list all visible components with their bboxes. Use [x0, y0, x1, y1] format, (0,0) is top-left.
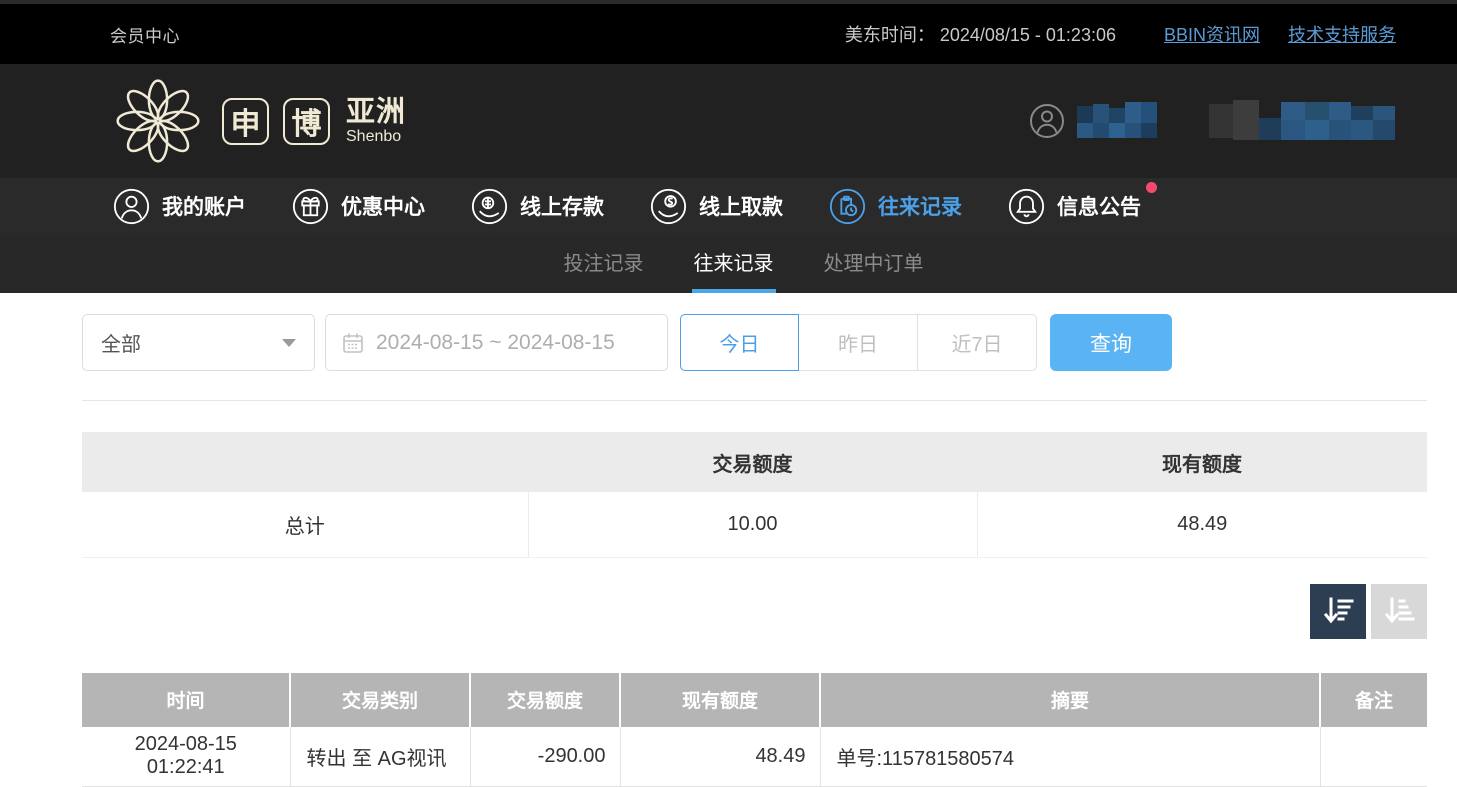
- logo-wordmark: 亚洲 Shenbo: [346, 98, 406, 145]
- transfer-records-icon: [829, 188, 866, 225]
- records-header-type: 交易类别: [290, 673, 470, 727]
- nav-item-promotions[interactable]: 优惠中心: [292, 188, 425, 225]
- page-title: 会员中心: [110, 22, 180, 47]
- summary-transaction-amount: 10.00: [528, 492, 977, 557]
- record-balance: 48.49: [620, 727, 820, 787]
- nav-item-transfer-records[interactable]: 往来记录: [829, 188, 962, 225]
- records-header-remark: 备注: [1320, 673, 1427, 727]
- table-row: 2024-08-15 01:22:41 转出 至 AG视讯 -290.00 48…: [82, 727, 1427, 787]
- calendar-icon: [342, 332, 364, 354]
- site-logo[interactable]: 申 博 亚洲 Shenbo: [108, 73, 406, 169]
- nav-label: 我的账户: [162, 191, 246, 221]
- logo-subtitle: Shenbo: [346, 129, 406, 145]
- nav-label: 优惠中心: [341, 191, 425, 221]
- tab-transfer-records[interactable]: 往来记录: [692, 234, 776, 293]
- content: 全部 2024-08-15 ~ 2024-08-15 今日 昨日 近7日: [82, 314, 1427, 787]
- nav-item-announcements[interactable]: 信息公告: [1008, 188, 1141, 225]
- nav-label: 信息公告: [1057, 191, 1141, 221]
- nav-label: 往来记录: [878, 191, 962, 221]
- notification-badge-dot: [1146, 182, 1157, 193]
- records-table: 时间 交易类别 交易额度 现有额度 摘要 备注 2024-08-15 01:22…: [82, 673, 1427, 787]
- records-header-amount: 交易额度: [470, 673, 620, 727]
- summary-header-empty: [82, 432, 528, 492]
- summary-header-row: 交易额度 现有额度: [82, 432, 1427, 492]
- withdraw-icon: [650, 188, 687, 225]
- link-tech-support[interactable]: 技术支持服务: [1288, 21, 1396, 47]
- user-icon: [113, 188, 150, 225]
- sort-descending-button[interactable]: [1310, 584, 1366, 639]
- summary-header-current-balance: 现有额度: [977, 432, 1427, 492]
- avatar-icon: [1029, 103, 1065, 139]
- chevron-down-icon: [282, 339, 296, 347]
- record-time: 2024-08-15 01:22:41: [82, 727, 290, 787]
- sort-ascending-icon: [1382, 594, 1416, 628]
- record-remark: [1320, 727, 1427, 787]
- redacted-balance: [1209, 100, 1395, 142]
- summary-total-label: 总计: [82, 492, 528, 557]
- tab-betting-records[interactable]: 投注记录: [562, 234, 646, 293]
- date-range-input[interactable]: 2024-08-15 ~ 2024-08-15: [325, 314, 668, 371]
- sort-controls: [82, 584, 1427, 639]
- redacted-username: [1077, 102, 1157, 140]
- header: 申 博 亚洲 Shenbo: [0, 64, 1457, 178]
- records-header-summary: 摘要: [820, 673, 1320, 727]
- record-type: 转出 至 AG视讯: [290, 727, 470, 787]
- yesterday-button[interactable]: 昨日: [799, 314, 918, 371]
- bell-icon: [1008, 188, 1045, 225]
- sort-ascending-button[interactable]: [1371, 584, 1427, 639]
- records-header-row: 时间 交易类别 交易额度 现有额度 摘要 备注: [82, 673, 1427, 727]
- user-info: [1029, 100, 1395, 142]
- page: 会员中心 美东时间： 2024/08/15 - 01:23:06 BBIN资讯网…: [0, 0, 1457, 787]
- filter-row: 全部 2024-08-15 ~ 2024-08-15 今日 昨日 近7日: [82, 314, 1427, 371]
- section-divider: [82, 400, 1427, 401]
- date-range-value: 2024-08-15 ~ 2024-08-15: [376, 331, 615, 355]
- logo-char-shen: 申: [222, 98, 269, 145]
- nav-label: 线上取款: [699, 191, 783, 221]
- category-select[interactable]: 全部: [82, 314, 315, 371]
- sub-nav: 投注记录 往来记录 处理中订单: [0, 234, 1457, 293]
- main-nav: 我的账户 优惠中心 线上存款: [0, 178, 1457, 234]
- nav-item-my-account[interactable]: 我的账户: [113, 188, 246, 225]
- nav-label: 线上存款: [520, 191, 604, 221]
- quick-date-buttons: 今日 昨日 近7日: [680, 314, 1037, 371]
- tab-label: 往来记录: [694, 247, 774, 276]
- records-header-time: 时间: [82, 673, 290, 727]
- sort-descending-icon: [1321, 594, 1355, 628]
- deposit-icon: [471, 188, 508, 225]
- topbar-right: 美东时间： 2024/08/15 - 01:23:06 BBIN资讯网 技术支持…: [845, 21, 1396, 47]
- tab-label: 处理中订单: [824, 247, 924, 276]
- logo-char-bo: 博: [283, 98, 330, 145]
- tab-label: 投注记录: [564, 247, 644, 276]
- flower-logo-icon: [108, 73, 208, 169]
- topbar: 会员中心 美东时间： 2024/08/15 - 01:23:06 BBIN资讯网…: [0, 0, 1457, 64]
- summary-header-transaction-amount: 交易额度: [528, 432, 977, 492]
- nav-item-deposit[interactable]: 线上存款: [471, 188, 604, 225]
- logo-region-label: 亚洲: [346, 98, 406, 127]
- today-button[interactable]: 今日: [680, 314, 799, 371]
- last-7-days-button[interactable]: 近7日: [918, 314, 1037, 371]
- records-header-balance: 现有额度: [620, 673, 820, 727]
- category-select-value: 全部: [101, 328, 141, 357]
- tab-processing-orders[interactable]: 处理中订单: [822, 234, 926, 293]
- nav-item-withdraw[interactable]: 线上取款: [650, 188, 783, 225]
- summary-current-balance: 48.49: [977, 492, 1427, 557]
- link-bbin-news[interactable]: BBIN资讯网: [1164, 21, 1260, 47]
- record-amount: -290.00: [470, 727, 620, 787]
- eastern-time-label: 美东时间： 2024/08/15 - 01:23:06: [845, 21, 1116, 47]
- summary-table: 交易额度 现有额度 总计 10.00 48.49: [82, 432, 1427, 558]
- gift-icon: [292, 188, 329, 225]
- summary-total-row: 总计 10.00 48.49: [82, 492, 1427, 557]
- record-summary: 单号:115781580574: [820, 727, 1320, 787]
- query-button[interactable]: 查询: [1050, 314, 1172, 371]
